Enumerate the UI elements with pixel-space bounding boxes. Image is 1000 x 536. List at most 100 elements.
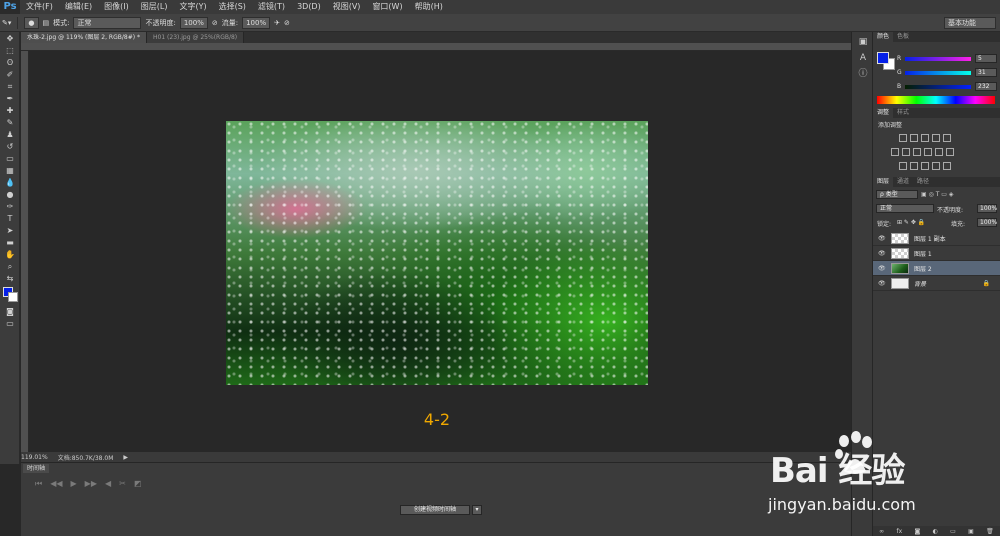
fill-input[interactable]: 100% xyxy=(977,218,997,227)
gradient-tool-icon[interactable]: ▦ xyxy=(3,165,17,176)
quick-select-tool-icon[interactable]: ✐ xyxy=(3,69,17,80)
pressure-size-icon[interactable]: ⊘ xyxy=(284,19,290,27)
brush-tool-icon[interactable]: ✎▾ xyxy=(2,19,11,27)
menu-image[interactable]: 图像(I) xyxy=(98,0,135,14)
tab-layers[interactable]: 图层 xyxy=(873,177,894,187)
lock-icons[interactable]: ⊞ ✎ ✥ 🔒 xyxy=(897,219,925,226)
flow-input[interactable]: 100% xyxy=(242,16,271,29)
channel-b-slider[interactable] xyxy=(905,85,971,89)
opacity-input[interactable]: 100% xyxy=(179,16,208,29)
info-panel-icon[interactable]: ⓘ xyxy=(856,68,870,80)
healing-tool-icon[interactable]: ✚ xyxy=(3,105,17,116)
color-lookup-icon[interactable] xyxy=(946,148,954,156)
selective-color-icon[interactable] xyxy=(943,162,951,170)
type-tool-icon[interactable]: T xyxy=(3,213,17,224)
hand-tool-icon[interactable]: ✋ xyxy=(3,249,17,260)
menu-type[interactable]: 文字(Y) xyxy=(173,0,212,14)
threshold-icon[interactable] xyxy=(921,162,929,170)
status-arrow-icon[interactable]: ▶ xyxy=(123,454,128,461)
curves-icon[interactable] xyxy=(921,134,929,142)
history-panel-icon[interactable]: ▣ xyxy=(856,36,870,48)
eye-icon[interactable]: 👁 xyxy=(878,235,886,242)
tab-color[interactable]: 颜色 xyxy=(873,32,894,42)
tab-swatches[interactable]: 色板 xyxy=(893,32,913,42)
eye-icon[interactable]: 👁 xyxy=(878,280,886,287)
eyedropper-tool-icon[interactable]: ✒ xyxy=(3,93,17,104)
prev-frame-icon[interactable]: ◀◀ xyxy=(50,479,62,489)
menu-edit[interactable]: 编辑(E) xyxy=(59,0,98,14)
channel-g-input[interactable]: 31 xyxy=(975,68,997,77)
background-color-swatch[interactable] xyxy=(8,292,18,302)
tab-styles[interactable]: 样式 xyxy=(893,108,913,118)
mode-select[interactable]: 正常 xyxy=(73,16,142,29)
menu-3d[interactable]: 3D(D) xyxy=(291,0,327,14)
brush-preset-picker[interactable]: ● xyxy=(24,16,39,29)
pen-tool-icon[interactable]: ✑ xyxy=(3,201,17,212)
eye-icon[interactable]: 👁 xyxy=(878,250,886,257)
audio-icon[interactable]: ◀ xyxy=(105,479,111,489)
screen-mode-icon[interactable]: ▭ xyxy=(3,318,17,329)
vibrance-icon[interactable] xyxy=(943,134,951,142)
filter-icons[interactable]: ▣ ◎ T ▭ ◈ xyxy=(921,191,953,198)
timeline-dropdown-icon[interactable]: ▾ xyxy=(472,505,482,515)
invert-icon[interactable] xyxy=(899,162,907,170)
tab-document-active[interactable]: 水珠-2.jpg @ 119% (图层 2, RGB/8#) * xyxy=(21,32,147,43)
dodge-tool-icon[interactable]: ● xyxy=(3,189,17,200)
quick-mask-icon[interactable]: ◙ xyxy=(3,306,17,317)
levels-icon[interactable] xyxy=(910,134,918,142)
eye-icon[interactable]: 👁 xyxy=(878,265,886,272)
layer-row-background[interactable]: 👁 背景 🔒 xyxy=(873,276,1000,291)
zoom-tool-icon[interactable]: ⌕ xyxy=(3,261,17,272)
layer-kind-select[interactable]: ρ 类型 xyxy=(876,190,918,199)
split-icon[interactable]: ✂ xyxy=(119,479,126,489)
layer-opacity-input[interactable]: 100% xyxy=(977,204,997,213)
character-panel-icon[interactable]: A xyxy=(856,52,870,64)
brightness-icon[interactable] xyxy=(899,134,907,142)
play-icon[interactable]: ▶ xyxy=(71,479,77,489)
create-video-timeline-button[interactable]: 创建视频时间轴 xyxy=(400,505,470,515)
brush-tool-icon[interactable]: ✎ xyxy=(3,117,17,128)
layer-row-selected[interactable]: 👁 图层 2 xyxy=(873,261,1000,276)
timeline-tab[interactable]: 时间轴 xyxy=(23,464,50,473)
hue-saturation-icon[interactable] xyxy=(891,148,899,156)
foreground-color[interactable] xyxy=(877,52,889,64)
menu-file[interactable]: 文件(F) xyxy=(20,0,59,14)
photo-filter-icon[interactable] xyxy=(924,148,932,156)
blur-tool-icon[interactable]: 💧 xyxy=(3,177,17,188)
menu-view[interactable]: 视图(V) xyxy=(327,0,367,14)
document-image[interactable] xyxy=(226,121,648,385)
first-frame-icon[interactable]: ⏮ xyxy=(35,479,42,489)
swap-colors-icon[interactable]: ⇆ xyxy=(3,273,17,284)
black-white-icon[interactable] xyxy=(913,148,921,156)
zoom-level[interactable]: 119.01% xyxy=(21,454,48,461)
gradient-map-icon[interactable] xyxy=(932,162,940,170)
channel-b-input[interactable]: 232 xyxy=(975,82,997,91)
horizontal-ruler[interactable] xyxy=(21,43,851,51)
menu-layer[interactable]: 图层(L) xyxy=(135,0,174,14)
stamp-tool-icon[interactable]: ♟ xyxy=(3,129,17,140)
shape-tool-icon[interactable]: ▬ xyxy=(3,237,17,248)
menu-filter[interactable]: 滤镜(T) xyxy=(252,0,291,14)
lasso-tool-icon[interactable]: ʘ xyxy=(3,57,17,68)
color-swatches[interactable] xyxy=(0,285,19,305)
exposure-icon[interactable] xyxy=(932,134,940,142)
transition-icon[interactable]: ◩ xyxy=(134,479,142,489)
tab-document-2[interactable]: H01 (23).jpg @ 25%(RGB/8) xyxy=(146,32,245,43)
history-brush-tool-icon[interactable]: ↺ xyxy=(3,141,17,152)
channel-r-input[interactable]: 5 xyxy=(975,54,997,63)
airbrush-icon[interactable]: ✈ xyxy=(274,19,280,27)
crop-tool-icon[interactable]: ⌗ xyxy=(3,81,17,92)
next-frame-icon[interactable]: ▶▶ xyxy=(85,479,97,489)
menu-select[interactable]: 选择(S) xyxy=(213,0,252,14)
posterize-icon[interactable] xyxy=(910,162,918,170)
move-tool-icon[interactable]: ✥ xyxy=(3,33,17,44)
path-select-tool-icon[interactable]: ➤ xyxy=(3,225,17,236)
pressure-opacity-icon[interactable]: ⊘ xyxy=(212,19,218,27)
color-balance-icon[interactable] xyxy=(902,148,910,156)
channel-mixer-icon[interactable] xyxy=(935,148,943,156)
blend-mode-select[interactable]: 正常 xyxy=(876,204,934,213)
workspace-select[interactable]: 基本功能 xyxy=(944,17,996,29)
tab-paths[interactable]: 路径 xyxy=(913,177,933,187)
vertical-ruler[interactable] xyxy=(21,51,29,452)
menu-help[interactable]: 帮助(H) xyxy=(409,0,449,14)
